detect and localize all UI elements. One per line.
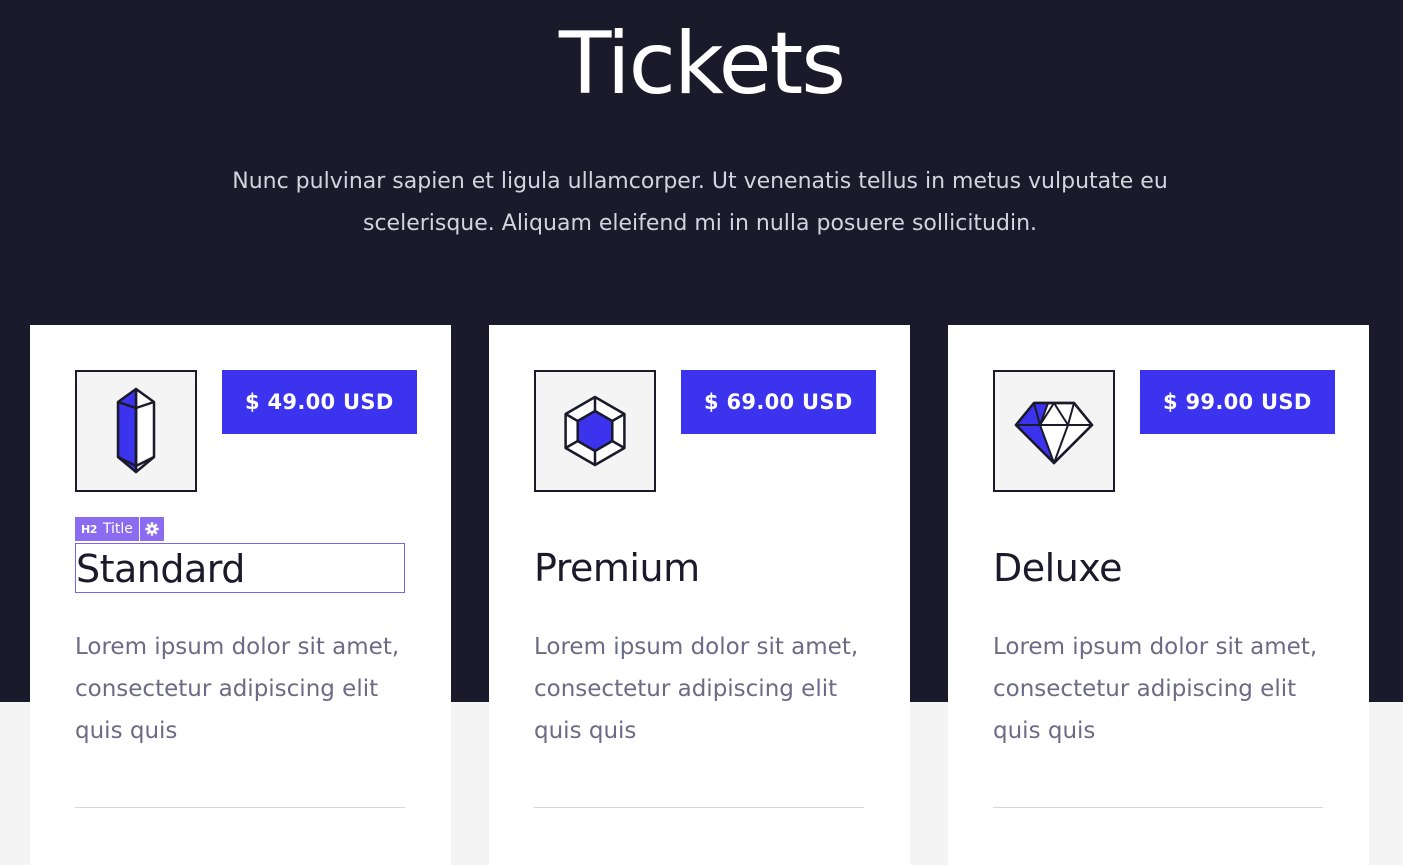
ticket-card-premium: $ 69.00 USD Premium Lorem ipsum dolor si… — [489, 325, 910, 865]
ticket-title[interactable]: Deluxe — [993, 543, 1323, 593]
ticket-description: Lorem ipsum dolor sit amet, consectetur … — [534, 634, 859, 744]
divider — [534, 807, 864, 808]
ticket-description: Lorem ipsum dolor sit amet, consectetur … — [993, 634, 1318, 744]
buy-deluxe-button[interactable]: $ 99.00 USD — [1140, 370, 1335, 434]
page-title: Tickets — [558, 14, 846, 114]
diamond-icon — [993, 370, 1115, 492]
ticket-card-deluxe: $ 99.00 USD Deluxe Lorem ipsum dolor sit… — [948, 325, 1369, 865]
hexagon-gem-icon — [534, 370, 656, 492]
editor-tag-title: Title — [102, 521, 133, 537]
buy-standard-button[interactable]: $ 49.00 USD — [222, 370, 417, 434]
gear-icon[interactable] — [139, 517, 164, 541]
ticket-title[interactable]: Premium — [534, 543, 864, 593]
ticket-description: Lorem ipsum dolor sit amet, consectetur … — [75, 634, 400, 744]
hero-subtitle: Nunc pulvinar sapien et ligula ullamcorp… — [232, 169, 1168, 236]
ticket-card-standard: $ 49.00 USD H2 Title Standard Lorem ipsu… — [30, 325, 451, 865]
ticket-title[interactable]: Standard — [75, 543, 405, 593]
editor-element-tag[interactable]: H2 Title — [75, 517, 164, 541]
divider — [75, 807, 405, 808]
divider — [993, 807, 1323, 808]
heading-level-indicator: H2 — [81, 522, 97, 536]
crystal-icon — [75, 370, 197, 492]
editor-tag-label[interactable]: H2 Title — [75, 517, 139, 541]
buy-premium-button[interactable]: $ 69.00 USD — [681, 370, 876, 434]
